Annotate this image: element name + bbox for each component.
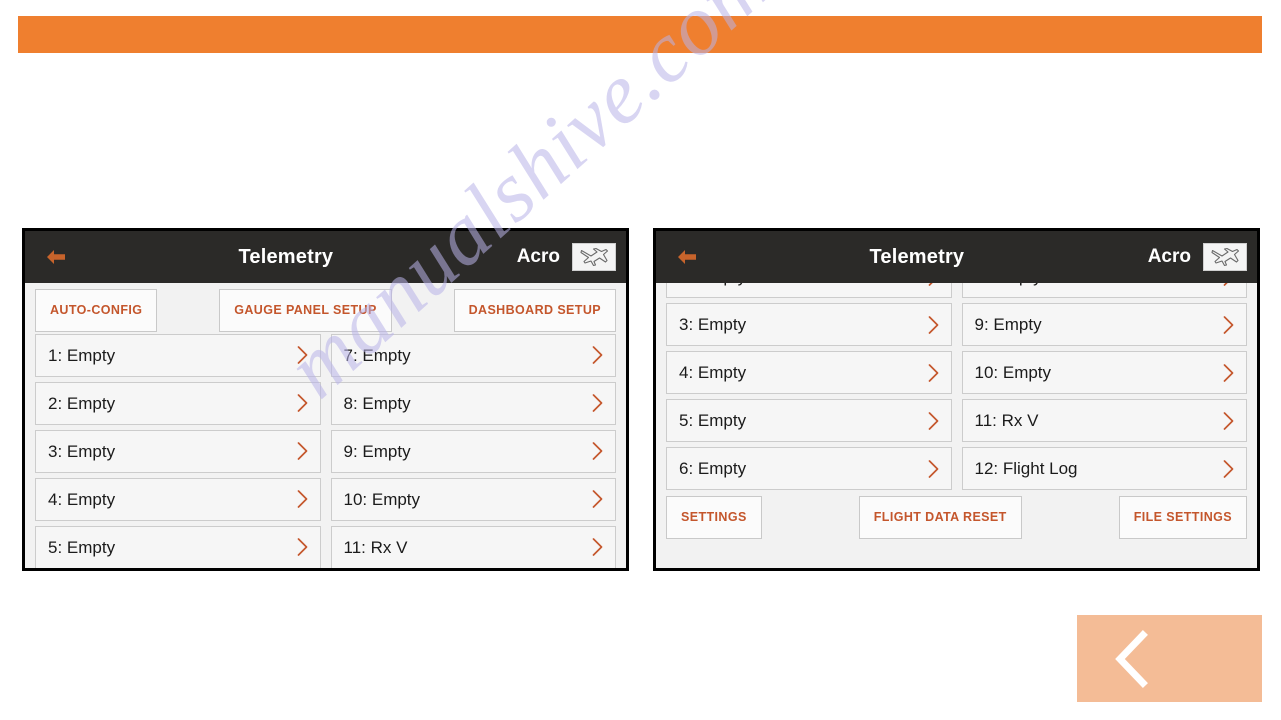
sensor-row[interactable]: 9: Empty [330,429,616,473]
sensor-row[interactable]: 2: Empty [35,381,321,425]
chevron-right-icon [1223,411,1234,430]
sensor-row[interactable]: 11: Rx V [961,399,1247,442]
chevron-right-icon [928,411,939,430]
chevron-right-icon [592,346,603,364]
sensor-row[interactable]: 4: Empty [35,477,321,521]
gauge-panel-setup-button[interactable]: GAUGE PANEL SETUP [219,289,392,332]
chevron-right-icon [592,442,603,460]
left-screen: Telemetry Acro AUTO-CONFIG GAUGE PANEL S… [25,231,626,568]
sensor-label: 3: Empty [48,441,116,461]
right-bottom-action-row: SETTINGS FLIGHT DATA RESET FILE SETTINGS [656,490,1257,547]
sensor-label: 8: Empty [343,393,411,413]
file-settings-button[interactable]: FILE SETTINGS [1118,496,1247,539]
sensor-row[interactable]: 3: Empty [35,429,321,473]
sensor-row[interactable]: 9: Empty [961,303,1247,346]
sensor-label: 9: Empty [974,315,1042,334]
left-action-row: AUTO-CONFIG GAUGE PANEL SETUP DASHBOARD … [25,283,626,334]
sensor-label: 10: Empty [343,489,421,509]
right-sensor-grid: 2: Empty 3: Empty 4: Empty [656,255,1257,490]
chevron-right-icon [928,459,939,478]
flight-data-reset-button[interactable]: FLIGHT DATA RESET [858,496,1022,539]
sensor-label: 7: Empty [343,345,411,365]
sensor-row[interactable]: 6: Empty [666,447,952,490]
sensor-row[interactable]: 5: Empty [35,525,321,568]
page-title: Telemetry [238,245,334,268]
sensor-row[interactable]: 10: Empty [330,477,616,521]
left-sensor-column-a: 1: Empty 2: Empty 3: Empty 4: Empty 5: E… [35,333,321,568]
left-titlebar: Telemetry Acro [25,231,626,283]
flight-mode-label: Acro [1147,246,1191,267]
chevron-right-icon [1223,315,1234,334]
dashboard-setup-button[interactable]: DASHBOARD SETUP [453,289,616,332]
chevron-right-icon [592,394,603,412]
screenshot-right-panel: Telemetry Acro 2: Empty 3: Empty [653,228,1260,571]
chevron-right-icon [928,315,939,334]
chevron-right-icon [297,394,308,412]
left-sensor-grid: 1: Empty 2: Empty 3: Empty 4: Empty 5: E… [25,333,626,568]
sensor-label: 4: Empty [48,489,116,509]
nav-back-button[interactable] [1077,615,1262,702]
left-sensor-column-b: 7: Empty 8: Empty 9: Empty 10: Empty 11:… [330,333,616,568]
right-titlebar: Telemetry Acro [656,231,1257,283]
sensor-label: 11: Rx V [974,411,1039,430]
sensor-row[interactable]: 5: Empty [666,399,952,442]
chevron-right-icon [592,490,603,508]
chevron-right-icon [1223,459,1234,478]
sensor-label: 11: Rx V [343,537,408,557]
top-orange-banner [18,16,1262,53]
page-title: Telemetry [869,245,965,268]
chevron-right-icon [1223,363,1234,382]
sensor-row[interactable]: 3: Empty [666,303,952,346]
sensor-label: 2: Empty [48,393,116,413]
sensor-label: 10: Empty [974,363,1052,382]
flight-mode-label: Acro [516,246,560,267]
auto-config-button[interactable]: AUTO-CONFIG [35,289,158,332]
sensor-row[interactable]: 12: Flight Log [961,447,1247,490]
sensor-label: 5: Empty [679,411,747,430]
chevron-right-icon [297,346,308,364]
chevron-right-icon [297,538,308,556]
settings-button[interactable]: SETTINGS [666,496,762,539]
sensor-row[interactable]: 8: Empty [330,381,616,425]
right-sensor-column-b: 8: Empty 9: Empty 10: Empty [961,255,1247,490]
chevron-left-icon [1115,629,1148,688]
screenshot-left-panel: Telemetry Acro AUTO-CONFIG GAUGE PANEL S… [22,228,629,571]
chevron-right-icon [297,442,308,460]
sensor-label: 3: Empty [679,315,747,334]
airplane-icon[interactable] [1203,243,1247,271]
chevron-right-icon [592,538,603,556]
sensor-label: 12: Flight Log [974,459,1078,478]
sensor-row[interactable]: 7: Empty [330,333,616,377]
sensor-row[interactable]: 4: Empty [666,351,952,394]
sensor-label: 4: Empty [679,363,747,382]
right-sensor-column-a: 2: Empty 3: Empty 4: Empty [666,255,952,490]
sensor-row[interactable]: 1: Empty [35,333,321,377]
sensor-label: 6: Empty [679,459,747,478]
sensor-label: 9: Empty [343,441,411,461]
chevron-right-icon [928,363,939,382]
sensor-label: 1: Empty [48,345,116,365]
chevron-right-icon [297,490,308,508]
right-screen: Telemetry Acro 2: Empty 3: Empty [656,231,1257,568]
sensor-row[interactable]: 10: Empty [961,351,1247,394]
sensor-row[interactable]: 11: Rx V [330,525,616,568]
sensor-label: 5: Empty [48,537,116,557]
airplane-icon[interactable] [572,243,616,271]
